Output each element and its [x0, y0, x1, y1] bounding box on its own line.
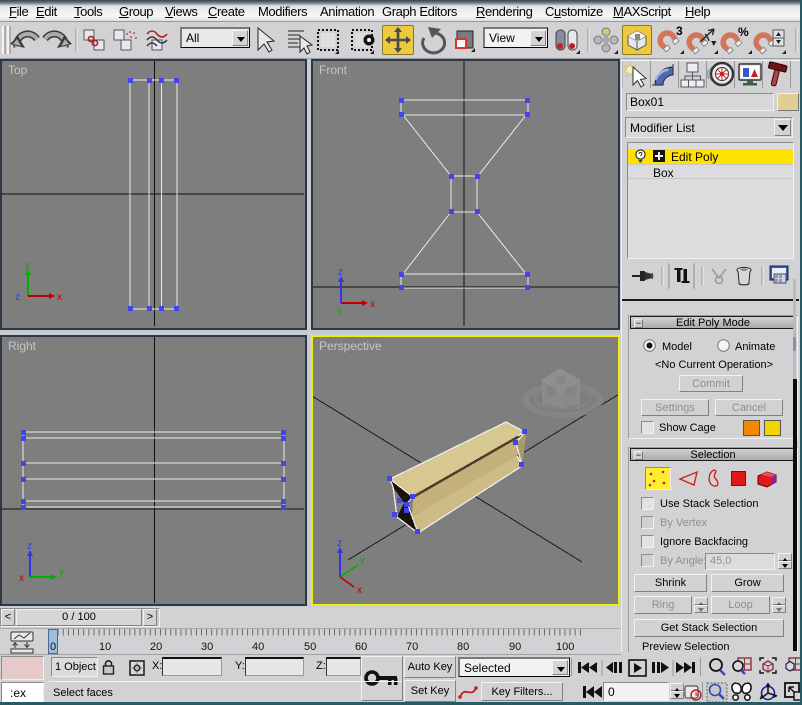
svg-text:%: % [738, 25, 749, 39]
svg-text:x: x [357, 585, 362, 596]
svg-text:3: 3 [676, 24, 683, 38]
svg-text:x: x [370, 299, 375, 310]
svg-text:y: y [337, 305, 342, 315]
svg-text:z: z [27, 541, 32, 552]
svg-text:z: z [337, 538, 342, 549]
svg-text:y: y [59, 567, 64, 578]
svg-text:z: z [15, 292, 20, 303]
svg-text:x: x [19, 573, 24, 584]
svg-text:y: y [25, 260, 30, 271]
svg-text:x: x [57, 292, 62, 303]
svg-text:y: y [360, 555, 365, 566]
svg-text:z: z [338, 267, 343, 278]
